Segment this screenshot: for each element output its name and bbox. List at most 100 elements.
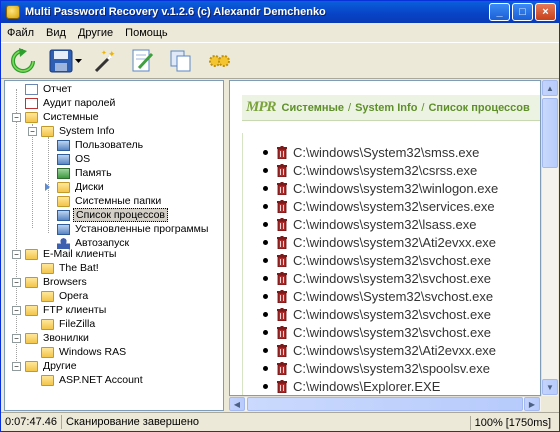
tree-line [32, 124, 33, 228]
tree-item-aspnet[interactable]: ASP.NET Account [41, 373, 145, 387]
trash-icon [277, 163, 287, 177]
tree-item-process-list[interactable]: Список процессов [57, 208, 168, 222]
tree-item-windows-ras[interactable]: Windows RAS [41, 345, 128, 359]
tree-item-system-folders[interactable]: Системные папки [57, 194, 163, 208]
navigation-tree[interactable]: Отчет Аудит паролей − Системные − System… [4, 80, 224, 411]
menu-file[interactable]: Файл [1, 27, 40, 39]
close-button[interactable]: × [535, 3, 556, 21]
size-grip[interactable] [541, 396, 558, 411]
tree-item-others[interactable]: Другие [25, 359, 79, 373]
process-path: C:\windows\system32\spoolsv.exe [293, 360, 491, 376]
vertical-scrollbar[interactable]: ▲ ▼ [541, 80, 558, 396]
scroll-left-button[interactable]: ◀ [229, 397, 245, 411]
folder-icon [41, 262, 54, 274]
refresh-button[interactable] [7, 45, 39, 77]
menu-bar: Файл Вид Другие Помощь [1, 23, 559, 42]
scroll-down-button[interactable]: ▼ [542, 379, 558, 395]
trash-icon [277, 271, 287, 285]
tree-item-ftp-clients[interactable]: FTP клиенты [25, 303, 108, 317]
breadcrumb-system: Системные [281, 101, 344, 114]
edit-button[interactable] [127, 45, 159, 77]
process-item: C:\windows\system32\svchost.exe [263, 305, 491, 323]
tree-item-filezilla[interactable]: FileZilla [41, 317, 97, 331]
status-duration: [1750ms] [505, 417, 551, 429]
bullet-icon [263, 239, 268, 245]
tree-item-report[interactable]: Отчет [25, 82, 74, 96]
process-item: C:\windows\system32\services.exe [263, 197, 495, 215]
bullet-icon [263, 185, 268, 191]
document-icon [25, 83, 38, 95]
scroll-right-button[interactable]: ▶ [524, 397, 540, 411]
menu-other[interactable]: Другие [72, 27, 119, 39]
tree-item-system-info[interactable]: System Info [41, 124, 116, 138]
status-message: Сканирование завершено [66, 416, 200, 428]
expand-disks-icon[interactable] [45, 183, 50, 191]
window-controls: _ □ × [489, 3, 556, 21]
process-item: C:\windows\system32\Ati2evxx.exe [263, 341, 496, 359]
magic-wand-icon: ✦ ✦ [94, 49, 116, 72]
process-item: C:\windows\system32\svchost.exe [263, 323, 491, 341]
folder-icon [25, 111, 38, 123]
trash-icon [277, 253, 287, 267]
trash-icon [277, 181, 287, 195]
svg-text:✦: ✦ [108, 50, 116, 60]
folder-icon [57, 181, 70, 193]
process-item: C:\windows\System32\smss.exe [263, 143, 479, 161]
bullet-icon [263, 347, 268, 353]
wizard-button[interactable]: ✦ ✦ [89, 45, 121, 77]
title-bar[interactable]: Multi Password Recovery v.1.2.6 (c) Alex… [1, 1, 559, 23]
trash-icon [277, 379, 287, 393]
collapse-ftp-icon[interactable]: − [12, 306, 21, 315]
collapse-system-icon[interactable]: − [12, 113, 21, 122]
menu-help[interactable]: Помощь [119, 27, 174, 39]
maximize-button[interactable]: □ [512, 3, 533, 21]
process-path: C:\windows\system32\Ati2evxx.exe [293, 342, 497, 358]
tree-item-opera[interactable]: Opera [41, 289, 90, 303]
scroll-up-button[interactable]: ▲ [542, 80, 558, 96]
tree-item-the-bat[interactable]: The Bat! [41, 261, 101, 275]
folder-icon [25, 332, 38, 344]
minimize-button[interactable]: _ [489, 3, 510, 21]
memory-icon [57, 167, 70, 179]
settings-button[interactable] [203, 45, 235, 77]
collapse-others-icon[interactable]: − [12, 362, 21, 371]
copy-button[interactable] [165, 45, 197, 77]
tree-item-installed-programs[interactable]: Установленные программы [57, 222, 210, 236]
content-pane: MPR Системные / System Info / Список про… [229, 80, 541, 396]
trash-icon [277, 325, 287, 339]
folder-icon [41, 346, 54, 358]
status-separator [469, 416, 471, 430]
bullet-icon [263, 311, 268, 317]
tree-item-os[interactable]: OS [57, 152, 92, 166]
breadcrumb-system-info: System Info [355, 101, 418, 114]
tree-item-email-clients[interactable]: E-Mail клиенты [25, 247, 118, 261]
horizontal-scrollbar[interactable]: ◀ ▶ [229, 396, 541, 411]
tree-item-password-audit[interactable]: Аудит паролей [25, 96, 117, 110]
trash-icon [277, 343, 287, 357]
bullet-icon [263, 329, 268, 335]
status-zoom: 100% [474, 417, 503, 429]
breadcrumb-separator: / [348, 101, 352, 114]
menu-view[interactable]: Вид [40, 27, 72, 39]
hscroll-thumb[interactable] [247, 397, 523, 411]
tree-item-disks[interactable]: Диски [57, 180, 106, 194]
trash-icon [277, 145, 287, 159]
process-path: C:\windows\system32\lsass.exe [293, 216, 477, 232]
tree-item-dialers[interactable]: Звонилки [25, 331, 91, 345]
settings-icon [209, 54, 230, 67]
collapse-browsers-icon[interactable]: − [12, 278, 21, 287]
tree-item-system[interactable]: Системные [25, 110, 101, 124]
collapse-email-icon[interactable]: − [12, 250, 21, 259]
process-path: C:\windows\system32\services.exe [293, 198, 495, 214]
collapse-dialers-icon[interactable]: − [12, 334, 21, 343]
save-dropdown[interactable] [73, 45, 83, 77]
status-time: 0:07:47.46 [5, 416, 57, 428]
edit-icon [132, 49, 154, 71]
folder-icon [25, 304, 38, 316]
tree-item-memory[interactable]: Память [57, 166, 114, 180]
tree-item-user[interactable]: Пользователь [57, 138, 145, 152]
copy-icon [170, 50, 191, 71]
collapse-system-info-icon[interactable]: − [28, 127, 37, 136]
scroll-thumb[interactable] [542, 98, 558, 168]
tree-item-browsers[interactable]: Browsers [25, 275, 89, 289]
